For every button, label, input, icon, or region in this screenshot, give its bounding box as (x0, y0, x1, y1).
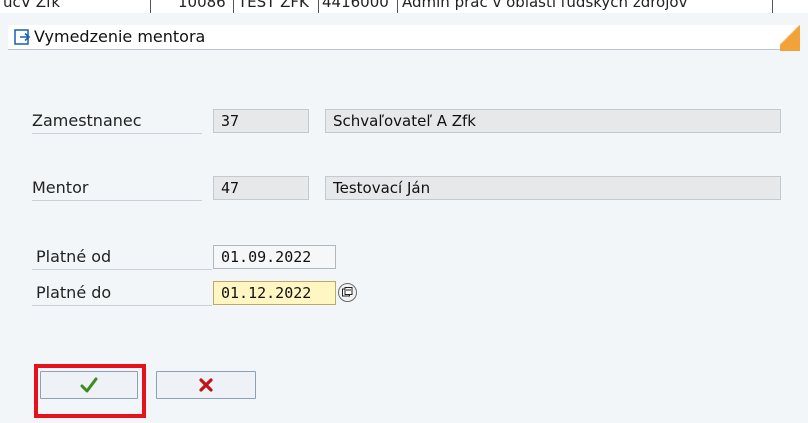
employee-name-field: Schvaľovateľ A Zfk (325, 109, 781, 133)
label-underline (32, 305, 212, 306)
bg-cell-name: ucV Zfk (3, 0, 61, 11)
dialog-window-icon (14, 29, 31, 45)
label-underline (32, 200, 202, 201)
employee-label: Zamestnanec (32, 111, 142, 130)
valid-to-label: Platné do (36, 283, 112, 302)
label-underline (32, 269, 212, 270)
valid-to-field[interactable]: 01.12.2022 (213, 281, 336, 305)
mentor-dialog: Vymedzenie mentora Zamestnanec 37 Schvaľ… (8, 25, 808, 423)
calendar-icon (342, 287, 353, 297)
bg-separator (318, 0, 319, 13)
valid-from-field[interactable]: 01.09.2022 (213, 245, 336, 269)
confirm-button[interactable] (40, 371, 138, 399)
mentor-label: Mentor (32, 178, 89, 197)
mentor-name-field: Testovací Ján (325, 176, 781, 200)
bg-separator (772, 0, 773, 13)
dialog-titlebar[interactable]: Vymedzenie mentora (8, 25, 800, 51)
mentor-id-field: 47 (213, 176, 309, 200)
cancel-button[interactable] (156, 371, 256, 399)
title-accent (780, 25, 800, 51)
bg-cell-number: 10086 (178, 0, 226, 11)
bg-separator (397, 0, 398, 13)
bg-cell-code: 4416000 (322, 0, 389, 11)
checkmark-icon (80, 377, 98, 393)
bg-separator (233, 0, 234, 13)
dialog-title: Vymedzenie mentora (34, 27, 206, 46)
background-table-row: ucV Zfk 10086 TEST ZFK 4416000 Admin prá… (0, 0, 808, 13)
valid-from-label: Platné od (36, 247, 112, 266)
bg-cell-description: Admin prác v oblasti ľudských zdrojov (402, 0, 688, 11)
bg-separator (150, 0, 151, 13)
bg-cell-text: TEST ZFK (238, 0, 309, 11)
employee-id-field: 37 (213, 109, 309, 133)
cross-icon (199, 378, 213, 392)
calendar-picker-button[interactable] (338, 283, 357, 302)
label-underline (32, 133, 202, 134)
